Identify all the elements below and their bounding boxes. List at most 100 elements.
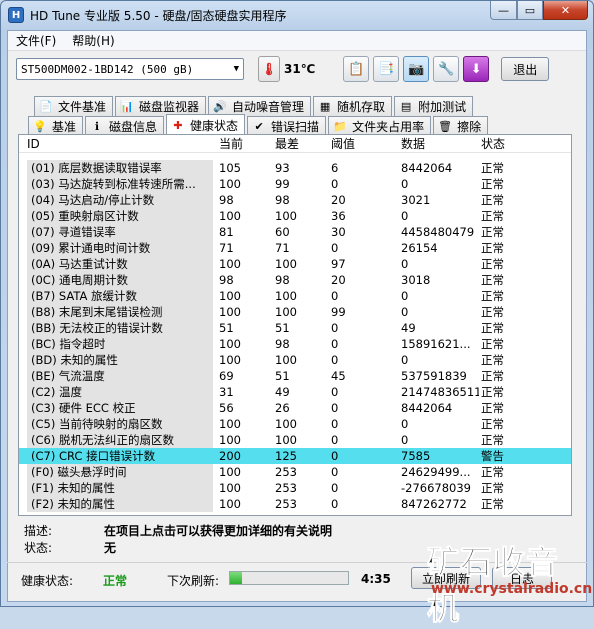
cell-threshold: 45	[331, 369, 346, 383]
copy-info-button[interactable]: 📋	[343, 56, 370, 82]
cell-data: 24629499...	[401, 465, 471, 479]
tab-disk-info[interactable]: ℹ 磁盘信息	[85, 116, 165, 136]
table-row[interactable]: (BB) 无法校正的错误计数 51 51 0 49 正常	[19, 320, 571, 336]
log-button[interactable]: 日志	[492, 567, 552, 589]
cell-data: 49	[401, 321, 416, 335]
table-row[interactable]: (0C) 通电周期计数 98 98 20 3018 正常	[19, 272, 571, 288]
cell-threshold: 0	[331, 465, 339, 479]
title-bar[interactable]: H HD Tune 专业版 5.50 - 硬盘/固态硬盘实用程序 — ▭ ✕	[1, 1, 593, 29]
cell-worst: 98	[275, 337, 290, 351]
table-row[interactable]: (07) 寻道错误率 81 60 30 4458480479 正常	[19, 224, 571, 240]
maximize-button[interactable]: ▭	[517, 1, 543, 20]
cell-worst: 99	[275, 177, 290, 191]
tab-random-access[interactable]: ▦ 随机存取	[313, 96, 393, 116]
table-row[interactable]: (C5) 当前待映射的扇区数 100 100 0 0 正常	[19, 416, 571, 432]
cell-current: 100	[219, 257, 241, 271]
table-row[interactable]: (F1) 未知的属性 100 253 0 -276678039 正常	[19, 480, 571, 496]
copy-all-button[interactable]: 📑	[373, 56, 400, 82]
minimize-button[interactable]: —	[490, 1, 517, 20]
extra-tests-icon: ▤	[400, 100, 412, 113]
table-row[interactable]: (0A) 马达重试计数 100 100 97 0 正常	[19, 256, 571, 272]
save-button[interactable]: ⬇	[463, 56, 490, 82]
cell-status: 正常	[481, 385, 504, 399]
cell-status: 正常	[481, 241, 504, 255]
tab-folder-usage[interactable]: 📁 文件夹占用率	[328, 116, 432, 136]
table-row[interactable]: (B8) 末尾到末尾错误检测 100 100 99 0 正常	[19, 304, 571, 320]
table-row[interactable]: (F2) 未知的属性 100 253 0 847262772 正常	[19, 496, 571, 512]
header-current[interactable]: 当前	[219, 135, 243, 152]
close-button[interactable]: ✕	[543, 1, 588, 20]
table-row[interactable]: (BE) 气流温度 69 51 45 537591839 正常	[19, 368, 571, 384]
tab-erase[interactable]: 🗑 擦除	[433, 116, 489, 136]
tab-benchmark[interactable]: 💡 基准	[28, 116, 84, 136]
cell-status: 正常	[481, 497, 504, 511]
table-row[interactable]: (03) 马达旋转到标准转速所需... 100 99 0 0 正常	[19, 176, 571, 192]
cell-id: (F2) 未知的属性	[27, 496, 213, 512]
exit-button[interactable]: 退出	[501, 57, 550, 81]
table-row[interactable]: (F0) 磁头悬浮时间 100 253 0 24629499... 正常	[19, 464, 571, 480]
cell-data: 7585	[401, 449, 431, 463]
copy-icon: 📋	[348, 61, 365, 77]
cell-data: -276678039	[401, 481, 471, 495]
options-button[interactable]: 🔧	[433, 56, 460, 82]
cell-id: (B7) SATA 旅缓计数	[27, 288, 213, 304]
header-status[interactable]: 状态	[481, 135, 505, 152]
cell-id: (C5) 当前待映射的扇区数	[27, 416, 213, 432]
health-label: 健康状态:	[21, 574, 74, 588]
cell-threshold: 36	[331, 209, 346, 223]
cell-threshold: 0	[331, 481, 339, 495]
menu-file[interactable]: 文件(F)	[8, 32, 64, 49]
cell-id: (C7) CRC 接口错误计数	[31, 449, 156, 463]
table-row[interactable]: (BC) 指令超时 100 98 0 15891621... 正常	[19, 336, 571, 352]
screenshot-button[interactable]: 📷	[403, 56, 430, 82]
table-row[interactable]: (09) 累计通电时间计数 71 71 0 26154 正常	[19, 240, 571, 256]
cell-worst: 100	[275, 209, 297, 223]
cell-worst: 51	[275, 369, 290, 383]
refresh-now-button[interactable]: 立即刷新	[411, 567, 481, 589]
table-row[interactable]: (C6) 脱机无法纠正的扇区数 100 100 0 0 正常	[19, 432, 571, 448]
table-row[interactable]: (B7) SATA 旅缓计数 100 100 0 0 正常	[19, 288, 571, 304]
cell-data: 0	[401, 417, 409, 431]
cell-id: (0A) 马达重试计数	[27, 256, 213, 272]
drive-select[interactable]: ST500DM002-1BD142 (500 gB) ▼	[16, 58, 244, 80]
tab-extra-tests[interactable]: ▤ 附加测试	[394, 96, 474, 116]
cell-worst: 253	[275, 497, 297, 511]
tab-row-top: 📄 文件基准 📊 磁盘监视器 🔊 自动噪音管理 ▦ 随机存取 ▤ 附加测试	[34, 96, 475, 116]
cell-id: (05) 重映射扇区计数	[27, 208, 213, 224]
header-id[interactable]: ID	[27, 137, 40, 151]
menu-help[interactable]: 帮助(H)	[64, 32, 122, 49]
cell-worst: 26	[275, 401, 290, 415]
cell-threshold: 0	[331, 353, 339, 367]
cell-id: (07) 寻道错误率	[27, 224, 213, 240]
cell-id: (BB) 无法校正的错误计数	[27, 320, 213, 336]
cell-data: 8442064	[401, 161, 453, 175]
table-row[interactable]: (01) 底层数据读取错误率 105 93 6 8442064 正常	[19, 160, 571, 176]
cell-current: 100	[219, 337, 241, 351]
cell-worst: 98	[275, 273, 290, 287]
table-row[interactable]: (04) 马达启动/停止计数 98 98 20 3021 正常	[19, 192, 571, 208]
cell-worst: 125	[275, 449, 297, 463]
table-row[interactable]: (BD) 未知的属性 100 100 0 0 正常	[19, 352, 571, 368]
tab-health[interactable]: ✚ 健康状态	[166, 114, 246, 136]
refresh-progress-fill	[230, 572, 242, 584]
table-row[interactable]: (C7) CRC 接口错误计数 200 125 0 7585 警告	[19, 448, 571, 464]
cell-worst: 100	[275, 417, 297, 431]
header-threshold[interactable]: 阈值	[331, 135, 355, 152]
tab-error-scan[interactable]: ✔ 错误扫描	[247, 116, 327, 136]
chevron-down-icon: ▼	[233, 64, 239, 74]
tab-disk-monitor[interactable]: 📊 磁盘监视器	[115, 96, 207, 116]
file-benchmark-icon: 📄	[39, 100, 53, 113]
tab-file-benchmark[interactable]: 📄 文件基准	[34, 96, 114, 116]
table-row[interactable]: (05) 重映射扇区计数 100 100 36 0 正常	[19, 208, 571, 224]
header-data[interactable]: 数据	[401, 135, 425, 152]
cell-threshold: 0	[331, 241, 339, 255]
cell-data: 537591839	[401, 369, 467, 383]
cell-worst: 253	[275, 481, 297, 495]
cell-id: (C2) 温度	[27, 384, 213, 400]
table-row[interactable]: (C2) 温度 31 49 0 21474836511 正常	[19, 384, 571, 400]
cell-data: 4458480479	[401, 225, 475, 239]
table-row[interactable]: (C3) 硬件 ECC 校正 56 26 0 8442064 正常	[19, 400, 571, 416]
cell-status: 正常	[481, 337, 504, 351]
tab-aam[interactable]: 🔊 自动噪音管理	[208, 96, 312, 116]
header-worst[interactable]: 最差	[275, 135, 299, 152]
